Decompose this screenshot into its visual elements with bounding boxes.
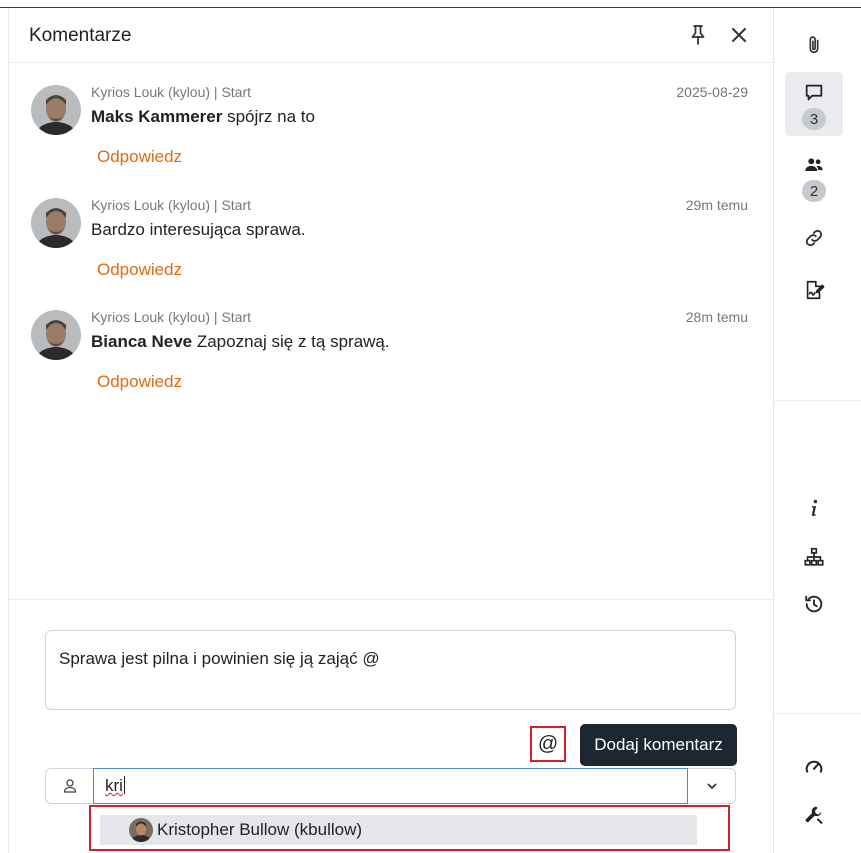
user-search-value: kri <box>105 776 125 796</box>
sitemap-icon[interactable] <box>800 543 828 571</box>
right-sidebar: 3 2 <box>773 8 861 853</box>
user-icon <box>45 768 95 804</box>
gauge-icon[interactable] <box>800 753 828 781</box>
comment-author-meta: Kyrios Louk (kylou) | Start <box>91 309 252 325</box>
chevron-down-icon[interactable] <box>688 768 736 804</box>
comment-author-meta: Kyrios Louk (kylou) | Start <box>91 84 252 100</box>
comment-date: 29m temu <box>685 197 748 213</box>
participants-count-badge: 2 <box>802 180 826 202</box>
comment-text: Maks Kammerer spójrz na to <box>91 107 315 127</box>
comment-textarea-value: Sprawa jest pilna i powinien się ją zają… <box>59 649 380 668</box>
comment-date: 2025-08-29 <box>676 84 748 100</box>
link-icon[interactable] <box>800 224 828 252</box>
wrench-icon[interactable] <box>800 801 828 829</box>
signature-icon[interactable] <box>800 276 828 304</box>
reply-link[interactable]: Odpowiedz <box>97 372 182 392</box>
history-icon[interactable] <box>800 590 828 618</box>
add-comment-button[interactable]: Dodaj komentarz <box>580 724 737 766</box>
sidebar-separator <box>774 400 861 401</box>
author-avatar <box>31 310 81 360</box>
user-search-text: kri <box>105 776 123 795</box>
sidebar-separator <box>774 713 861 714</box>
comment-mention[interactable]: Bianca Neve <box>91 332 192 351</box>
user-suggestion-item[interactable]: Kristopher Bullow (kbullow) <box>100 815 697 845</box>
paperclip-icon[interactable] <box>800 31 828 59</box>
reply-link[interactable]: Odpowiedz <box>97 147 182 167</box>
comment-text: Bardzo interesująca sprawa. <box>91 220 306 240</box>
user-suggestions: Kristopher Bullow (kbullow) <box>89 805 730 851</box>
comment-textarea[interactable]: Sprawa jest pilna i powinien się ją zają… <box>45 630 736 710</box>
reply-link[interactable]: Odpowiedz <box>97 260 182 280</box>
suggestion-label: Kristopher Bullow (kbullow) <box>157 820 363 839</box>
pin-icon[interactable] <box>686 23 710 47</box>
comment-date: 28m temu <box>685 309 748 325</box>
comment-item: Kyrios Louk (kylou) | Start 28m temu Bia… <box>31 309 748 414</box>
comment-body: Zapoznaj się z tą sprawą. <box>192 332 390 351</box>
comment-author-meta: Kyrios Louk (kylou) | Start <box>91 197 252 213</box>
panel-header: Komentarze <box>9 8 773 63</box>
close-icon[interactable] <box>727 23 751 47</box>
comment-icon[interactable] <box>800 79 828 107</box>
user-picker: kri <box>45 768 736 804</box>
user-search-input[interactable]: kri <box>93 768 688 804</box>
comment-mention[interactable]: Maks Kammerer <box>91 107 222 126</box>
mention-button[interactable]: @ <box>530 726 566 762</box>
comment-item: Kyrios Louk (kylou) | Start 2025-08-29 M… <box>31 84 748 189</box>
author-avatar <box>31 85 81 135</box>
suggestion-avatar <box>129 818 153 842</box>
users-icon[interactable] <box>800 151 828 179</box>
comment-body: spójrz na to <box>222 107 315 126</box>
comment-item: Kyrios Louk (kylou) | Start 29m temu Bar… <box>31 197 748 302</box>
info-icon[interactable] <box>800 494 828 522</box>
comment-text: Bianca Neve Zapoznaj się z tą sprawą. <box>91 332 390 352</box>
panel-title: Komentarze <box>29 25 132 46</box>
comments-panel: Komentarze Kyrios Louk (kylou) | Start 2… <box>9 8 773 853</box>
comments-count-badge: 3 <box>802 108 826 130</box>
comment-body: Bardzo interesująca sprawa. <box>91 220 306 239</box>
composer-divider <box>9 599 773 600</box>
text-caret <box>123 776 125 794</box>
author-avatar <box>31 198 81 248</box>
